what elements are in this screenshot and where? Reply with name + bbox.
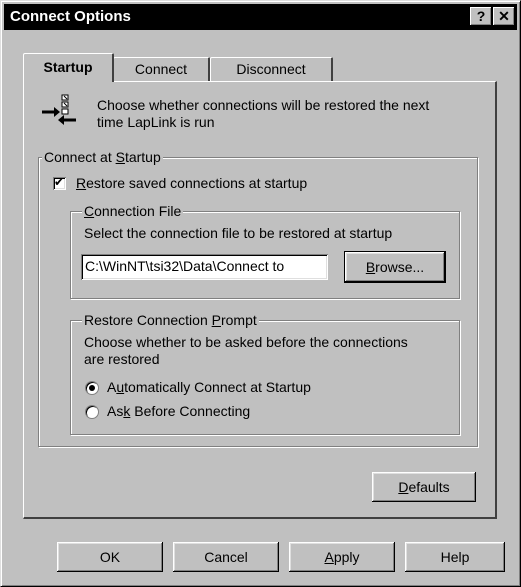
restore-connections-checkbox[interactable]	[53, 175, 66, 190]
intro-text-line2: time LapLink is run	[97, 114, 215, 130]
connection-file-description: Select the connection file to be restore…	[84, 225, 393, 241]
apply-button[interactable]: Apply	[289, 542, 395, 572]
connection-file-path-input[interactable]: C:\WinNT\tsi32\Data\Connect to	[81, 254, 328, 280]
help-icon: ?	[476, 8, 486, 24]
startup-tab-panel: Choose whether connections will be resto…	[23, 81, 497, 519]
browse-button-label: Browse...	[365, 259, 425, 275]
help-button-label: Help	[440, 549, 470, 565]
connection-file-legend: Connection File	[82, 203, 184, 219]
defaults-button[interactable]: Defaults	[372, 472, 476, 502]
tab-disconnect-label: Disconnect	[236, 61, 306, 77]
intro-text-line1: Choose whether connections will be resto…	[97, 97, 430, 113]
tab-disconnect[interactable]: Disconnect	[210, 57, 333, 82]
apply-button-label: Apply	[324, 549, 360, 565]
help-button[interactable]: ?	[470, 7, 492, 26]
connection-file-path-value: C:\WinNT\tsi32\Data\Connect to	[85, 258, 285, 274]
tab-connect[interactable]: Connect	[113, 57, 210, 82]
connect-options-dialog: Connect Options ? ✕ Startup Connect Disc…	[0, 0, 521, 587]
restore-connections-label[interactable]: Restore saved connections at startup	[76, 175, 307, 191]
auto-connect-label[interactable]: Automatically Connect at Startup	[107, 379, 311, 395]
browse-button[interactable]: Browse...	[344, 251, 446, 283]
connect-at-startup-legend: Connect at Startup	[42, 149, 163, 165]
restore-prompt-description-line1: Choose whether to be asked before the co…	[84, 334, 408, 350]
ask-before-connecting-radio[interactable]	[85, 405, 99, 419]
cancel-button[interactable]: Cancel	[173, 542, 279, 572]
tab-connect-label: Connect	[134, 61, 188, 77]
tab-startup-label: Startup	[43, 59, 93, 75]
dialog-title: Connect Options	[10, 8, 131, 25]
title-bar[interactable]: Connect Options ? ✕	[4, 4, 517, 30]
help-footer-button[interactable]: Help	[405, 542, 505, 572]
close-icon: ✕	[498, 8, 510, 24]
ask-before-connecting-label[interactable]: Ask Before Connecting	[107, 403, 250, 419]
restore-prompt-description-line2: are restored	[84, 351, 160, 367]
defaults-button-label: Defaults	[398, 479, 450, 495]
ok-button[interactable]: OK	[57, 542, 163, 572]
close-button[interactable]: ✕	[493, 7, 515, 26]
restore-prompt-legend: Restore Connection Prompt	[82, 312, 259, 328]
auto-connect-radio[interactable]	[85, 381, 99, 395]
ok-button-label: OK	[99, 549, 121, 565]
tab-startup[interactable]: Startup	[23, 53, 114, 82]
connection-settings-icon	[42, 94, 76, 125]
cancel-button-label: Cancel	[204, 549, 248, 565]
